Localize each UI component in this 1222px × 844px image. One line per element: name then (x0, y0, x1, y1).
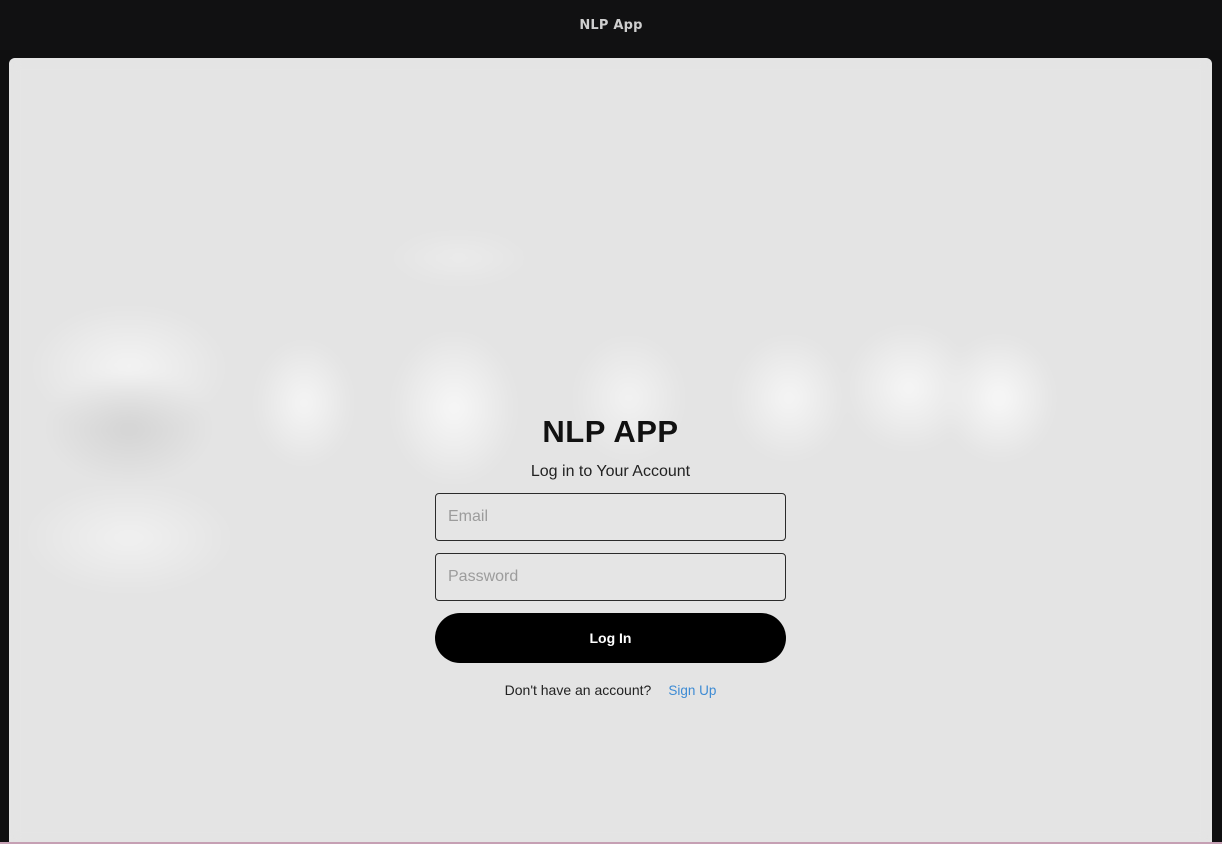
signup-link[interactable]: Sign Up (668, 683, 716, 698)
login-form: NLP APP Log in to Your Account Log In Do… (435, 408, 786, 698)
login-button[interactable]: Log In (435, 613, 786, 663)
window-titlebar[interactable]: NLP App (0, 0, 1222, 50)
signup-row: Don't have an account? Sign Up (505, 682, 717, 698)
signup-prompt: Don't have an account? (504, 682, 652, 698)
app-title: NLP APP (542, 414, 679, 449)
login-subtitle: Log in to Your Account (530, 463, 691, 480)
window-title: NLP App (579, 17, 643, 33)
password-field[interactable] (435, 553, 786, 601)
main-content: NLP APP Log in to Your Account Log In Do… (9, 58, 1212, 844)
email-field[interactable] (435, 493, 786, 541)
